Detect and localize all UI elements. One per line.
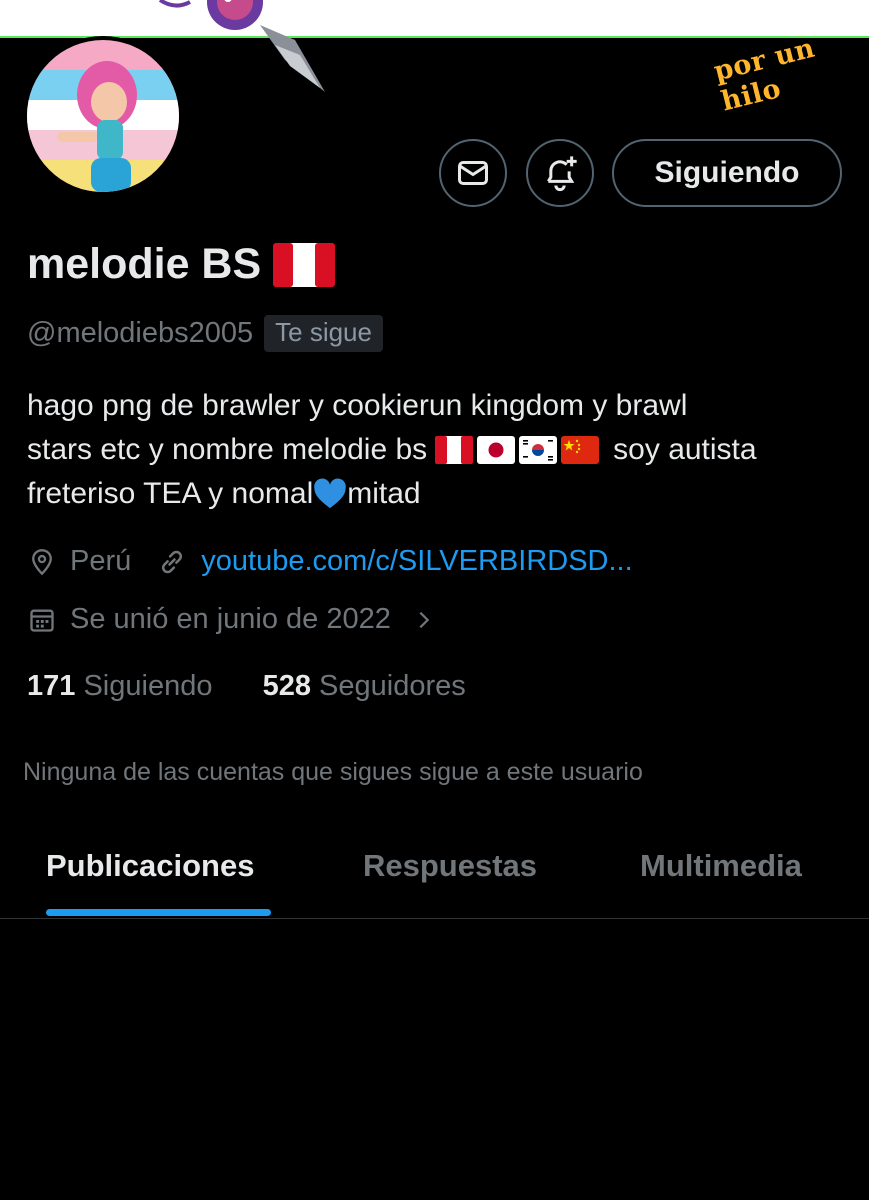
tab-multimedia[interactable]: Multimedia	[640, 848, 802, 884]
peru-flag-icon	[435, 436, 474, 464]
location-website-row: Perú youtube.com/c/SILVERBIRDSD...	[28, 545, 633, 578]
message-button[interactable]	[439, 139, 507, 207]
profile-avatar[interactable]	[23, 36, 183, 196]
profile-bio: hago png de brawler y cookierun kingdom …	[27, 384, 847, 516]
bell-plus-icon	[547, 156, 577, 192]
following-label: Siguiendo	[83, 670, 213, 702]
profile-tabs: Publicaciones Respuestas Multimedia	[0, 818, 869, 919]
following-count: 171	[27, 670, 76, 702]
banner-character-art	[158, 0, 325, 92]
bio-text: hago png de brawler y cookierun kingdom …	[27, 389, 688, 422]
avatar-image	[27, 40, 179, 192]
active-tab-indicator	[46, 909, 271, 916]
bio-line: freteriso TEA y nomal mitad	[27, 472, 847, 516]
followers-stat[interactable]: 528 Seguidores	[263, 670, 466, 702]
japan-flag-icon	[477, 436, 516, 464]
south-korea-flag-icon	[519, 436, 558, 464]
handle-row: @melodiebs2005 Te sigue	[27, 315, 383, 352]
display-name-row: melodie BS	[27, 240, 336, 289]
notifications-button[interactable]	[526, 139, 594, 207]
link-icon	[162, 550, 183, 573]
blue-heart-icon	[314, 478, 347, 509]
bio-flags	[435, 436, 600, 464]
follows-you-badge: Te sigue	[264, 315, 383, 352]
envelope-icon	[458, 161, 488, 185]
website-link[interactable]: youtube.com/c/SILVERBIRDSD...	[201, 545, 632, 578]
calendar-icon	[30, 609, 54, 632]
followers-label: Seguidores	[319, 670, 466, 702]
bio-line: stars etc y nombre melodie bs soy autist…	[27, 428, 847, 472]
profile-banner[interactable]: por un hilo	[0, 0, 869, 118]
peru-flag-icon	[273, 242, 336, 287]
joined-row[interactable]: Se unió en junio de 2022	[28, 603, 449, 636]
tab-respuestas[interactable]: Respuestas	[363, 848, 537, 884]
following-stat[interactable]: 171 Siguiendo	[27, 670, 221, 702]
tab-publicaciones[interactable]: Publicaciones	[46, 848, 254, 884]
bio-text: stars etc y nombre melodie bs	[27, 433, 428, 466]
username-handle: @melodiebs2005	[27, 317, 254, 349]
chevron-right-icon	[419, 611, 430, 628]
banner-image	[0, 0, 869, 38]
bio-line: hago png de brawler y cookierun kingdom …	[27, 384, 847, 428]
location-pin-icon	[32, 548, 52, 575]
follow-stats: 171 Siguiendo 528 Seguidores	[27, 670, 466, 703]
following-button[interactable]: Siguiendo	[612, 139, 842, 207]
mutual-followers-notice: Ninguna de las cuentas que sigues sigue …	[23, 758, 643, 786]
location-text: Perú	[70, 545, 132, 577]
joined-date: Se unió en junio de 2022	[70, 603, 391, 635]
bio-text: mitad	[347, 477, 421, 510]
bio-text: freteriso TEA y nomal	[27, 477, 314, 510]
china-flag-icon	[561, 436, 600, 464]
followers-count: 528	[262, 670, 311, 702]
bio-text: soy autista	[613, 433, 757, 466]
display-name: melodie BS	[27, 240, 262, 288]
